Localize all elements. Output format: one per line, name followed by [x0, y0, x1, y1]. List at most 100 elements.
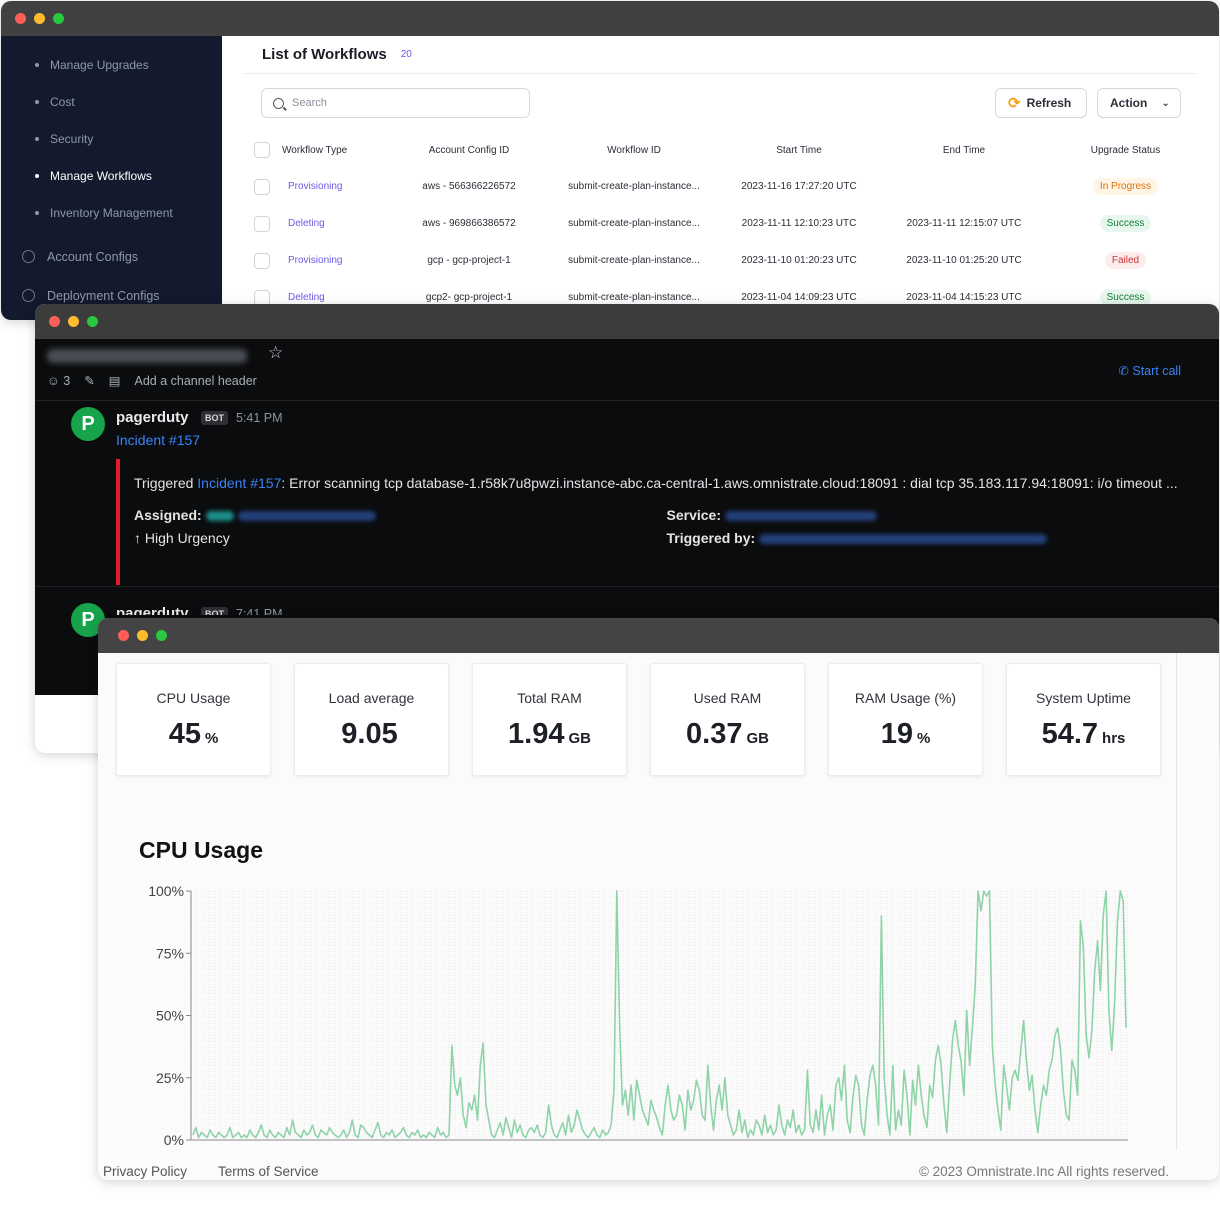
start-call-label: Start call	[1132, 364, 1181, 378]
column-header[interactable]: Workflow ID	[544, 132, 724, 168]
y-tick-label: 100%	[148, 883, 184, 899]
service-name-redacted[interactable]	[724, 511, 877, 522]
sidebar-item-label: Security	[50, 131, 94, 146]
y-tick-label: 25%	[156, 1070, 184, 1086]
column-header[interactable]: Account Config ID	[394, 132, 544, 168]
sidebar-item-label: Manage Upgrades	[50, 57, 149, 72]
close-window-button[interactable]	[15, 13, 26, 24]
sidebar: Manage Upgrades Cost Security Manage Wor…	[1, 36, 222, 320]
workflow-type-cell: Deleting	[282, 205, 394, 242]
start-call-button[interactable]: ✆ Start call	[1118, 363, 1181, 378]
column-header[interactable]: Workflow Type	[282, 132, 394, 168]
attachment-prefix: Triggered	[134, 475, 198, 491]
sidebar-item-inventory-management[interactable]: Inventory Management	[1, 194, 222, 231]
column-header[interactable]: Upgrade Status	[1054, 132, 1197, 168]
maximize-window-button[interactable]	[53, 13, 64, 24]
row-select-cell	[242, 168, 282, 205]
metric-value: 19	[880, 718, 913, 750]
user-icon: ☺	[47, 373, 60, 388]
attachment-incident-link[interactable]: Incident #157	[197, 475, 281, 491]
trigger-source-redacted[interactable]	[759, 534, 1048, 545]
metrics-window: CPU Usage 45% Load average 9.05 Total RAM 1.9…	[98, 618, 1219, 1180]
assignee-name-redacted[interactable]	[237, 511, 376, 522]
refresh-button[interactable]: ⟳ Refresh	[995, 88, 1087, 118]
search-input[interactable]: Search	[261, 88, 530, 118]
page-title: List of Workflows	[262, 46, 387, 63]
maximize-window-button[interactable]	[87, 316, 98, 327]
metric-value: 45	[168, 718, 201, 750]
row-checkbox[interactable]	[254, 178, 270, 195]
cropped-message-header: pagerduty BOT 7:41 PM	[35, 605, 1219, 615]
action-dropdown[interactable]: Action ⌄	[1097, 88, 1181, 118]
sidebar-item-manage-workflows[interactable]: Manage Workflows	[1, 157, 222, 194]
workflow-type-cell: Provisioning	[282, 168, 394, 205]
start-time-cell: 2023-11-16 17:27:20 UTC	[741, 181, 857, 192]
bullet-icon	[35, 210, 39, 215]
message-author[interactable]: pagerduty	[116, 409, 189, 426]
members-button[interactable]: ☺ 3	[47, 374, 70, 388]
terms-of-service-link[interactable]: Terms of Service	[218, 1164, 319, 1179]
close-window-button[interactable]	[118, 630, 129, 641]
select-all-checkbox[interactable]	[254, 142, 270, 158]
table-row[interactable]: Deleting aws - 969866386572 submit-create-…	[242, 205, 1197, 242]
minimize-window-button[interactable]	[34, 13, 45, 24]
minimize-window-button[interactable]	[68, 316, 79, 327]
workflow-type-link[interactable]: Deleting	[288, 218, 325, 229]
minimize-window-button[interactable]	[137, 630, 148, 641]
metric-card: System Uptime 54.7 hrs	[1006, 663, 1161, 776]
metric-label: Used RAM	[693, 690, 762, 706]
star-icon[interactable]: ☆	[268, 343, 283, 363]
privacy-policy-link[interactable]: Privacy Policy	[103, 1164, 187, 1179]
workflow-type-link[interactable]: Deleting	[288, 292, 325, 303]
column-header[interactable]: Start Time	[724, 132, 874, 168]
sidebar-item-label: Deployment Configs	[47, 288, 160, 303]
pin-icon[interactable]: ✎	[84, 373, 94, 388]
metric-value-wrap: 0.37 GB	[651, 718, 804, 751]
bot-badge: BOT	[201, 607, 228, 615]
search-icon	[273, 97, 284, 109]
sidebar-item-account-configs[interactable]: Account Configs	[1, 237, 222, 276]
status-badge: Success	[1099, 215, 1152, 232]
channel-name-redacted[interactable]	[47, 349, 247, 363]
maximize-window-button[interactable]	[156, 630, 167, 641]
row-checkbox[interactable]	[254, 215, 270, 232]
table-row[interactable]: Provisioning gcp - gcp-project-1 submit-cr…	[242, 242, 1197, 279]
metric-unit: GB	[568, 730, 591, 747]
assigned-label: Assigned:	[134, 507, 202, 523]
message-time[interactable]: 5:41 PM	[236, 411, 283, 425]
copyright-text: © 2023 Omnistrate.Inc All rights reserve…	[918, 1164, 1169, 1179]
workflows-main: List of Workflows 20 Search ⟳ Refresh Ac…	[222, 36, 1219, 320]
workflow-type-link[interactable]: Provisioning	[288, 181, 342, 192]
metric-value-wrap: 19%	[829, 718, 982, 751]
row-checkbox[interactable]	[254, 252, 270, 269]
sidebar-item-security[interactable]: Security	[1, 120, 222, 157]
workflow-type-link[interactable]: Provisioning	[288, 255, 342, 266]
row-select-cell	[242, 205, 282, 242]
metric-value-wrap: 1.94 GB	[473, 718, 626, 751]
column-header[interactable]: End Time	[874, 132, 1054, 168]
message-author[interactable]: pagerduty	[116, 605, 189, 615]
sidebar-item-manage-upgrades[interactable]: Manage Upgrades	[1, 46, 222, 83]
file-icon[interactable]: ▤	[109, 373, 121, 388]
end-time-cell	[874, 168, 1054, 205]
divider	[1176, 653, 1177, 1150]
row-select-cell	[242, 242, 282, 279]
sidebar-item-label: Account Configs	[47, 249, 139, 264]
metric-label: System Uptime	[1036, 690, 1131, 706]
channel-meta: ☺ 3 ✎ ▤ Add a channel header	[47, 373, 257, 389]
close-window-button[interactable]	[49, 316, 60, 327]
metric-card: Total RAM 1.94 GB	[472, 663, 627, 776]
workflows-window: Manage Upgrades Cost Security Manage Wor…	[1, 1, 1219, 320]
window-titlebar	[98, 618, 1219, 653]
incident-link[interactable]: Incident #157	[116, 432, 200, 448]
add-channel-header-link[interactable]: Add a channel header	[135, 374, 257, 388]
sidebar-item-cost[interactable]: Cost	[1, 83, 222, 120]
chart-title: CPU Usage	[139, 837, 263, 863]
attachment-body: : Error scanning tcp database-1.r58k7u8p…	[281, 475, 1178, 491]
sidebar-item-label: Cost	[50, 94, 75, 109]
start-time-cell: 2023-11-10 01:20:23 UTC	[741, 255, 857, 266]
table-row[interactable]: Provisioning aws - 566366226572 submit-cre…	[242, 168, 1197, 205]
search-placeholder: Search	[292, 97, 327, 109]
avatar[interactable]: P	[71, 407, 105, 441]
message-time[interactable]: 7:41 PM	[236, 607, 283, 615]
